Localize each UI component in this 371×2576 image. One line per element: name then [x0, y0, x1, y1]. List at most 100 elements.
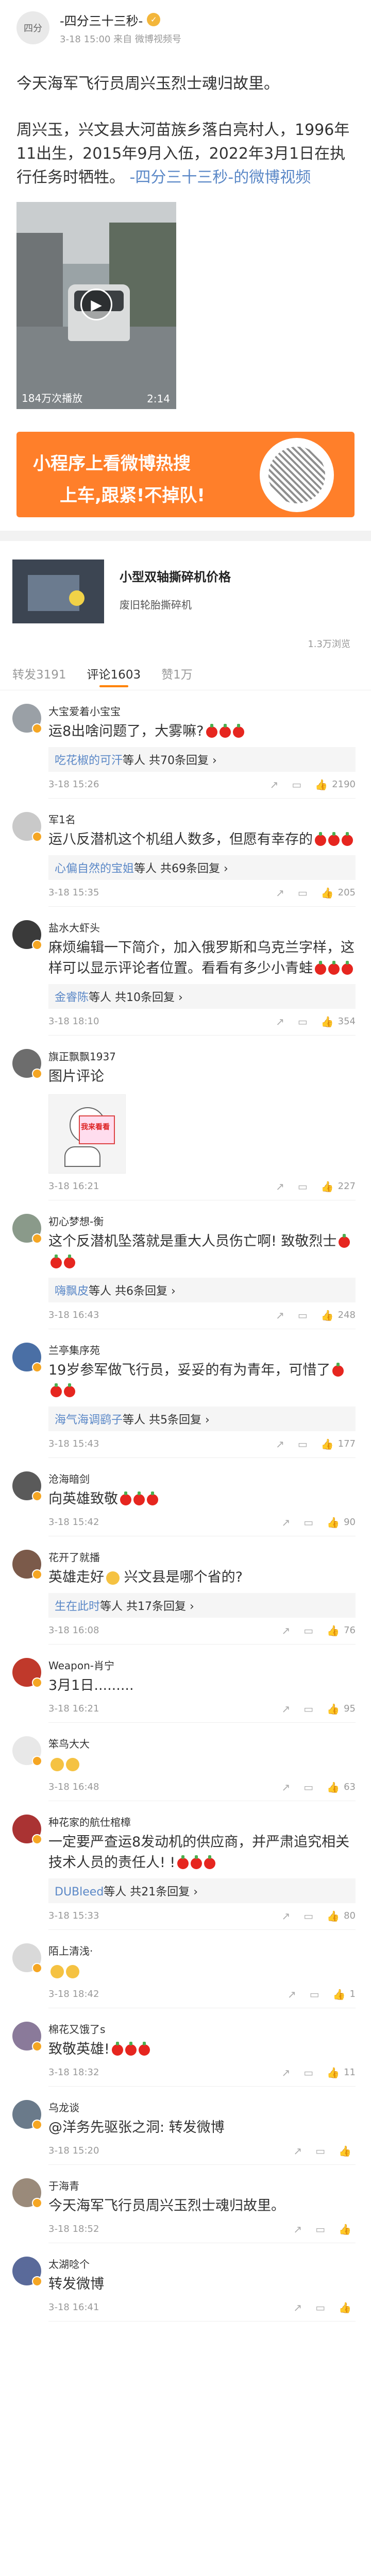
reply-user[interactable]: 金睿陈	[55, 991, 89, 1004]
share-icon[interactable]: ↗	[276, 1015, 284, 1028]
commenter-name[interactable]: 乌龙谈	[48, 2100, 356, 2115]
commenter-name[interactable]: 种花家的航仕棺樟	[48, 1815, 356, 1830]
commenter-avatar[interactable]	[12, 812, 42, 842]
commenter-name[interactable]: 沧海暗剑	[48, 1471, 356, 1487]
like-icon[interactable]: 👍	[327, 2066, 340, 2079]
reply-user[interactable]: 生在此时	[55, 1600, 100, 1613]
tab-repost[interactable]: 转发3191	[12, 659, 66, 690]
commenter-avatar[interactable]	[12, 1343, 42, 1372]
commenter-name[interactable]: 陌上清浅·	[48, 1943, 356, 1959]
commenter-avatar[interactable]	[12, 2100, 42, 2130]
share-icon[interactable]: ↗	[293, 2145, 302, 2157]
commenter-name[interactable]: 棉花又饿了s	[48, 2022, 356, 2037]
commenter-avatar[interactable]	[12, 1815, 42, 1844]
reply-user[interactable]: 心偏自然的宝姐	[55, 862, 134, 875]
reply-icon[interactable]: ▭	[303, 1516, 313, 1529]
reply-summary[interactable]: 海气海调鹞子等人 共5条回复 ›	[48, 1406, 356, 1431]
like-icon[interactable]: 👍	[321, 1309, 334, 1321]
reply-summary[interactable]: 金睿陈等人 共10条回复 ›	[48, 984, 356, 1009]
commenter-avatar[interactable]	[12, 920, 42, 950]
like-icon[interactable]: 👍	[327, 1781, 340, 1793]
commenter-avatar[interactable]	[12, 704, 42, 734]
commenter-name[interactable]: 盐水大虾头	[48, 920, 356, 936]
reply-summary[interactable]: 嗨飘皮等人 共6条回复 ›	[48, 1278, 356, 1302]
reply-icon[interactable]: ▭	[298, 1309, 308, 1321]
video-link[interactable]: -四分三十三秒-的微博视频	[130, 168, 311, 187]
commenter-avatar[interactable]	[12, 1943, 42, 1973]
commenter-avatar[interactable]	[12, 1658, 42, 1688]
like-icon[interactable]: 👍	[327, 1516, 340, 1529]
miniapp-banner[interactable]: 小程序上看微博热搜 上车,跟紧!不掉队!	[16, 432, 355, 517]
like-icon[interactable]: 👍	[339, 2223, 351, 2235]
like-icon[interactable]: 👍	[321, 887, 334, 899]
commenter-avatar[interactable]	[12, 2178, 42, 2208]
play-icon[interactable]: ▶	[80, 289, 112, 320]
share-icon[interactable]: ↗	[276, 887, 284, 899]
commenter-name[interactable]: 于海青	[48, 2178, 356, 2194]
like-icon[interactable]: 👍	[327, 1624, 340, 1637]
reply-icon[interactable]: ▭	[303, 2066, 313, 2079]
commenter-avatar[interactable]	[12, 1214, 42, 1244]
like-icon[interactable]: 👍	[327, 1703, 340, 1715]
reply-icon[interactable]: ▭	[298, 1438, 308, 1450]
reply-icon[interactable]: ▭	[303, 1910, 313, 1922]
reply-summary[interactable]: 生在此时等人 共17条回复 ›	[48, 1593, 356, 1618]
reply-user[interactable]: DUBleed	[55, 1886, 104, 1899]
author-name[interactable]: -四分三十三秒-	[60, 11, 143, 29]
tab-comment[interactable]: 评论1603	[87, 659, 141, 690]
share-icon[interactable]: ↗	[282, 1910, 291, 1922]
ad-card[interactable]: 小型双轴撕碎机价格 废旧轮胎撕碎机 1.3万浏览	[0, 541, 371, 659]
share-icon[interactable]: ↗	[282, 1703, 291, 1715]
reply-icon[interactable]: ▭	[298, 1180, 308, 1193]
share-icon[interactable]: ↗	[282, 1516, 291, 1529]
like-icon[interactable]: 👍	[321, 1438, 334, 1450]
commenter-name[interactable]: 花开了就播	[48, 1550, 356, 1565]
share-icon[interactable]: ↗	[276, 1438, 284, 1450]
like-icon[interactable]: 👍	[333, 1988, 346, 2001]
share-icon[interactable]: ↗	[276, 1309, 284, 1321]
comment-image[interactable]: 我来看看	[48, 1094, 126, 1174]
reply-icon[interactable]: ▭	[298, 1015, 308, 1028]
commenter-avatar[interactable]	[12, 1049, 42, 1079]
reply-icon[interactable]: ▭	[315, 2223, 325, 2235]
reply-icon[interactable]: ▭	[298, 887, 308, 899]
tab-like[interactable]: 赞1万	[161, 659, 193, 690]
share-icon[interactable]: ↗	[288, 1988, 296, 2001]
share-icon[interactable]: ↗	[270, 778, 279, 791]
commenter-avatar[interactable]	[12, 2022, 42, 2052]
commenter-name[interactable]: 兰亭集序苑	[48, 1343, 356, 1358]
commenter-avatar[interactable]	[12, 2257, 42, 2286]
reply-summary[interactable]: DUBleed等人 共21条回复 ›	[48, 1878, 356, 1903]
share-icon[interactable]: ↗	[282, 2066, 291, 2079]
reply-icon[interactable]: ▭	[315, 2145, 325, 2157]
like-icon[interactable]: 👍	[339, 2301, 351, 2314]
reply-icon[interactable]: ▭	[310, 1988, 319, 2001]
commenter-name[interactable]: 初心梦想-衡	[48, 1214, 356, 1229]
commenter-avatar[interactable]	[12, 1736, 42, 1766]
like-icon[interactable]: 👍	[327, 1910, 340, 1922]
share-icon[interactable]: ↗	[293, 2301, 302, 2314]
commenter-name[interactable]: 军1名	[48, 812, 356, 827]
share-icon[interactable]: ↗	[293, 2223, 302, 2235]
reply-summary[interactable]: 吃花椒的可汗等人 共70条回复 ›	[48, 747, 356, 772]
reply-user[interactable]: 海气海调鹞子	[55, 1414, 123, 1427]
reply-icon[interactable]: ▭	[303, 1781, 313, 1793]
like-icon[interactable]: 👍	[321, 1180, 334, 1193]
commenter-name[interactable]: Weapon-肖宁	[48, 1658, 356, 1673]
like-icon[interactable]: 👍	[315, 778, 328, 791]
commenter-name[interactable]: 大宝爱着小宝宝	[48, 704, 356, 719]
video-thumbnail[interactable]: ▶ 184万次播放 2:14	[16, 202, 176, 409]
reply-user[interactable]: 吃花椒的可汗	[55, 754, 123, 767]
reply-user[interactable]: 嗨飘皮	[55, 1285, 89, 1298]
commenter-name[interactable]: 旗正飘飘1937	[48, 1049, 356, 1064]
reply-icon[interactable]: ▭	[303, 1624, 313, 1637]
reply-icon[interactable]: ▭	[315, 2301, 325, 2314]
share-icon[interactable]: ↗	[282, 1781, 291, 1793]
commenter-avatar[interactable]	[12, 1550, 42, 1580]
like-icon[interactable]: 👍	[339, 2145, 351, 2157]
commenter-avatar[interactable]	[12, 1471, 42, 1501]
commenter-name[interactable]: 笨鸟大大	[48, 1736, 356, 1752]
reply-icon[interactable]: ▭	[292, 778, 301, 791]
author-avatar[interactable]: 四分	[16, 11, 49, 44]
like-icon[interactable]: 👍	[321, 1015, 334, 1028]
